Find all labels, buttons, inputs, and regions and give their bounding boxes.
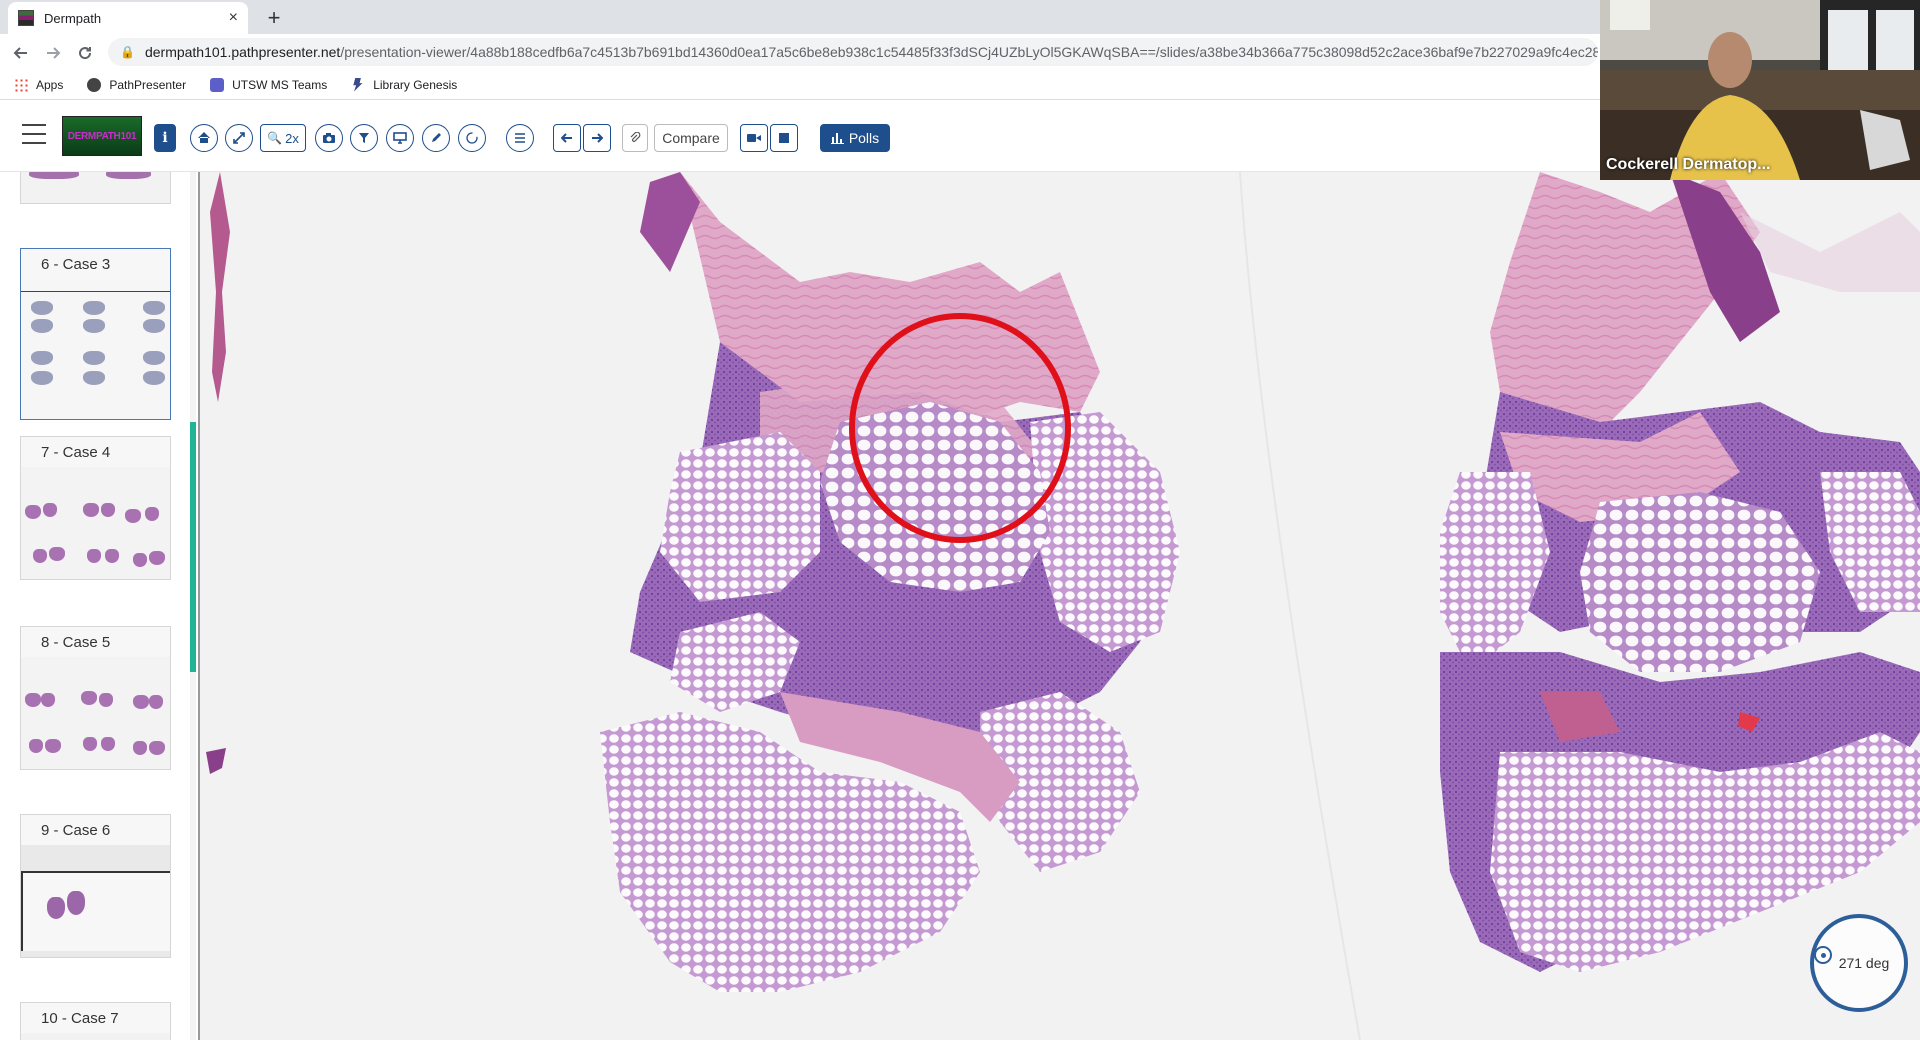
teams-icon [210,77,225,92]
new-tab-button[interactable]: + [260,4,288,32]
tab-title: Dermpath [44,10,102,26]
slide-label: 7 - Case 4 [21,437,170,467]
slide-preview-image [21,279,170,419]
list-icon [515,133,525,143]
reload-icon [79,47,92,60]
next-slide-button[interactable] [583,124,611,152]
back-button[interactable] [8,40,34,66]
stop-icon [779,133,789,143]
info-icon: i [162,130,168,146]
slide-list-button[interactable] [506,124,534,152]
polls-button[interactable]: Polls [820,124,890,152]
browser-tab[interactable]: Dermpath × [8,2,248,34]
menu-icon-bar [22,133,46,135]
slide-thumbnail-previous[interactable] [20,172,171,204]
slide-thumbnail-case-6[interactable]: 9 - Case 6 [20,814,171,958]
monitor-icon [393,132,407,144]
arrow-left-icon [561,133,572,143]
participant-name: Cockerell Dermatop... [1606,156,1771,173]
arrow-back-icon [13,47,27,59]
slide-thumbnail-case-4[interactable]: 7 - Case 4 [20,436,171,580]
url-host: dermpath101.pathpresenter.net [144,44,341,60]
participant-video-feed: Cockerell Dermatop... [1600,0,1920,180]
snapshot-button[interactable] [315,124,343,152]
zoom-icon: 🔍 [267,131,283,145]
attachment-button[interactable] [622,124,648,152]
bar-chart-icon [830,133,844,144]
bookmark-label: Library Genesis [373,77,458,92]
home-button[interactable] [190,124,218,152]
bookmark-label: Apps [36,77,64,92]
slide-preview-image [21,657,170,769]
menu-icon-bar [22,142,46,144]
slide-thumbnail-sidebar: 6 - Case 3 7 - Case 4 8 - Case 5 9 - Cas… [0,172,196,1040]
rotation-dial[interactable]: 271 deg [1810,914,1908,1012]
previous-slide-button[interactable] [553,124,581,152]
bookmark-label: UTSW MS Teams [232,77,328,92]
pen-icon [432,133,441,142]
apps-grid-icon [14,77,28,92]
filter-button[interactable] [350,124,378,152]
info-button[interactable]: i [154,124,176,152]
dermpath101-logo: DERMPATH101 [62,116,142,156]
circle-icon [466,132,478,144]
annotate-button[interactable] [422,124,450,152]
slide-viewer-canvas[interactable]: 271 deg [200,172,1920,1040]
rotate-button[interactable] [458,124,486,152]
polls-label: Polls [848,130,880,146]
lock-icon: 🔒 [120,45,135,59]
zoom-label: 2x [285,130,299,146]
compare-label: Compare [662,130,720,146]
library-genesis-icon [353,77,363,92]
fullscreen-button[interactable] [225,124,253,152]
compare-button[interactable]: Compare [654,124,728,152]
bookmark-apps[interactable]: Apps [14,77,64,92]
menu-icon-bar [22,124,46,126]
slide-label: 8 - Case 5 [21,627,170,657]
filter-icon [359,133,369,143]
rotation-knob-icon[interactable] [1814,946,1832,964]
camera-icon [323,133,335,143]
url-field[interactable]: 🔒 dermpath101.pathpresenter.net /present… [108,38,1598,66]
slide-label: 10 - Case 7 [21,1003,170,1033]
present-button[interactable] [386,124,414,152]
bookmark-label: PathPresenter [109,77,187,92]
slide-label: 6 - Case 3 [21,249,170,279]
dermpath-favicon-icon [18,10,34,26]
slide-preview-image [21,467,170,579]
close-tab-button[interactable]: × [229,9,238,27]
slide-preview-image [21,845,170,957]
forward-button[interactable] [40,40,66,66]
arrow-right-icon [592,133,603,143]
logo-text: DERMPATH101 [67,130,137,142]
sidebar-scrollbar-thumb[interactable] [190,422,196,672]
pathpresenter-icon [87,77,102,92]
record-video-button[interactable] [740,124,768,152]
bookmark-library-genesis[interactable]: Library Genesis [351,77,458,92]
paperclip-icon [630,132,641,142]
home-icon [198,132,210,143]
participant-video-image [1600,0,1920,180]
reload-button[interactable] [72,40,98,66]
stop-button[interactable] [770,124,798,152]
slide-thumbnail-case-3[interactable]: 6 - Case 3 [20,248,171,420]
slide-label: 9 - Case 6 [21,815,170,845]
zoom-2x-button[interactable]: 🔍 2x [260,124,306,152]
expand-icon [233,132,245,144]
bookmark-utsw-teams[interactable]: UTSW MS Teams [210,77,328,92]
url-path: /presentation-viewer/4a88b188cedfb6a7c45… [340,44,1598,60]
slide-thumbnail-case-5[interactable]: 8 - Case 5 [20,626,171,770]
bookmark-pathpresenter[interactable]: PathPresenter [87,77,187,92]
histology-slide-image [206,172,1920,1040]
slide-thumbnail-case-7[interactable]: 10 - Case 7 [20,1002,171,1040]
arrow-forward-icon [47,47,61,59]
rotation-value: 271 deg [1838,955,1890,971]
menu-button[interactable] [22,124,46,144]
video-camera-icon [747,134,761,142]
